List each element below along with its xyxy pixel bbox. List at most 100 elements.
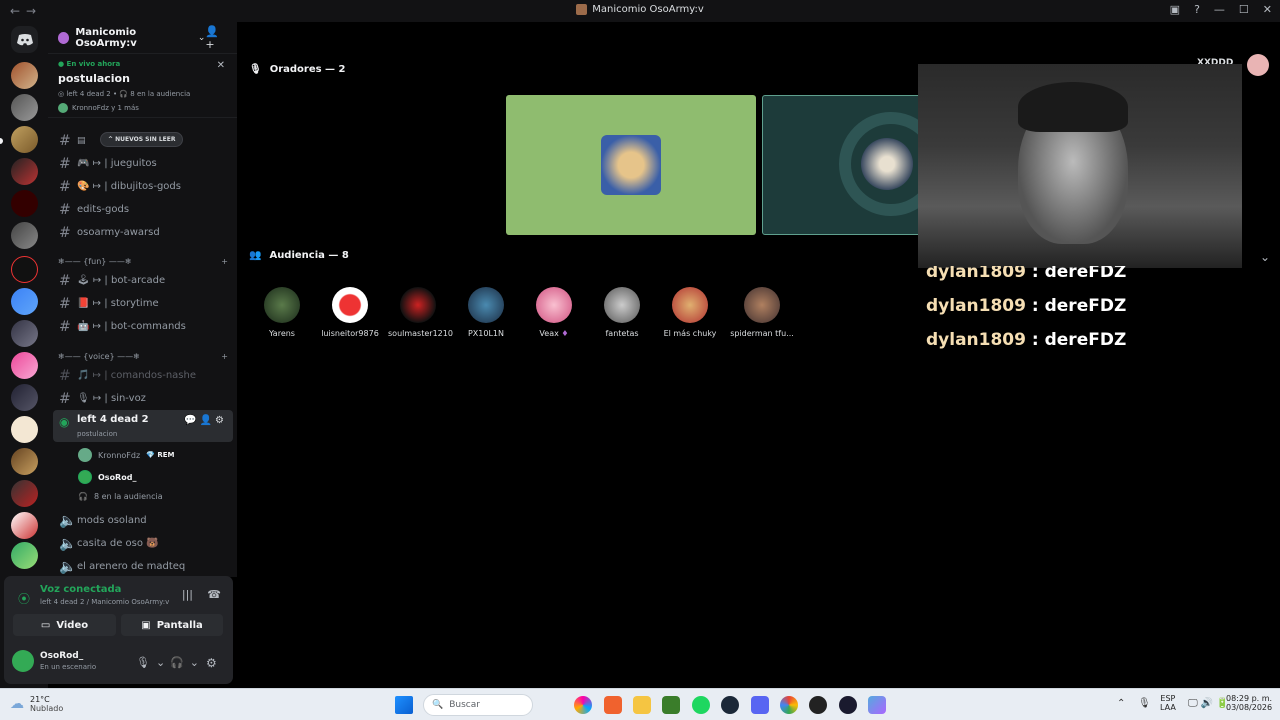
channel-sin-voz[interactable]: # 🎙 ↦ | sin-voz (53, 388, 233, 409)
new-unread-badge[interactable]: ^ NUEVOS SIN LEER (100, 132, 184, 147)
disconnect-icon[interactable]: ☎ (207, 588, 221, 601)
channel-edits-gods[interactable]: # edits-gods (53, 199, 233, 220)
server-avatar[interactable] (11, 416, 38, 443)
speaker-icon: 🔈 (59, 512, 77, 529)
stage-icon: ◉ (59, 415, 70, 429)
channel-actions-icons[interactable]: 💬👤⚙ (184, 415, 227, 426)
speaker-icon: 🔈 (59, 535, 77, 552)
headphones-icon[interactable]: 🎧⌄ (170, 656, 205, 669)
avatar (264, 287, 300, 323)
server-icon (576, 4, 588, 15)
brave-icon[interactable] (604, 696, 622, 714)
copilot-icon[interactable] (574, 696, 592, 714)
avatar[interactable] (1247, 54, 1269, 76)
mic-icon[interactable]: 🎙⌄ (136, 656, 171, 669)
people-icon: 👥 (249, 250, 262, 261)
spotify-icon[interactable] (692, 696, 710, 714)
taskbar-search[interactable]: 🔍 Buscar (423, 694, 533, 716)
live-stage-card[interactable]: ● En vivo ahora postulacion ◎ left 4 dea… (48, 54, 237, 118)
channel-jueguitos[interactable]: # 🎮 ↦ | jueguitos (53, 153, 233, 174)
voice-location[interactable]: left 4 dead 2 / Manicomio OsoArmy:v (40, 598, 169, 606)
audience-member[interactable]: soulmaster1210 (388, 287, 453, 338)
server-avatar[interactable] (11, 94, 38, 121)
server-avatar[interactable] (11, 448, 38, 475)
audience-count[interactable]: 🎧 8 en la audiencia (78, 492, 163, 501)
voice-channel-casita-de-oso[interactable]: 🔈 casita de oso 🐻 (53, 533, 233, 554)
channel-comandos-nashe[interactable]: # 🎵 ↦ | comandos-nashe (53, 365, 233, 386)
channel-dibujitos-gods[interactable]: # 🎨 ↦ | dibujitos-gods (53, 176, 233, 197)
server-avatar[interactable] (11, 126, 38, 153)
channel-bot-commands[interactable]: # 🤖 ↦ | bot-commands (53, 316, 233, 337)
stage-channel-selected[interactable]: ◉ left 4 dead 2 postulacion 💬👤⚙ (53, 410, 233, 442)
clock[interactable]: 08:29 p. m. 03/08/2026 (1226, 694, 1272, 712)
channel-osoarmy-awarsd[interactable]: # osoarmy-awarsd (53, 222, 233, 243)
audience-member[interactable]: Veax ♦ (524, 287, 584, 338)
app-icon[interactable] (839, 696, 857, 714)
language-indicator[interactable]: ESP LAA (1160, 694, 1176, 712)
current-user[interactable]: OsoRod_ En un escenario (12, 650, 96, 672)
system-tray-icons[interactable]: 🖵🔊🔋 (1188, 698, 1232, 709)
category-fun[interactable]: ❄—— {fun} ——❄ + (58, 257, 228, 266)
voice-channel-mods-osoland[interactable]: 🔈 mods osoland (53, 510, 233, 531)
server-avatar[interactable] (11, 512, 38, 539)
server-avatar[interactable] (11, 352, 38, 379)
server-avatar[interactable] (11, 384, 38, 411)
weather-widget[interactable]: ☁ 21°C Nublado (10, 695, 63, 713)
discord-home-button[interactable] (11, 26, 38, 53)
audience-member[interactable]: Yarens (252, 287, 312, 338)
server-avatar[interactable] (11, 288, 38, 315)
server-avatar[interactable] (11, 158, 38, 185)
server-avatar[interactable] (11, 542, 38, 569)
category-voice[interactable]: ❄—— {voice} ——❄ + (58, 352, 228, 361)
server-header[interactable]: Manicomio OsoArmy:v ⌄ 👤+ (48, 22, 237, 54)
chevron-up-icon[interactable]: ⌃ (1117, 698, 1125, 709)
screen-share-button[interactable]: ▣ Pantalla (121, 614, 223, 636)
speaker-tile[interactable] (506, 95, 756, 235)
chevron-down-icon[interactable]: ⌄ (198, 33, 206, 43)
maximize-button[interactable]: ☐ (1239, 3, 1249, 16)
search-icon: 🔍 (432, 700, 444, 710)
soundboard-icon[interactable]: ||| (182, 588, 193, 601)
minecraft-icon[interactable] (662, 696, 680, 714)
discord-taskbar-icon[interactable] (751, 696, 769, 714)
chrome-icon[interactable] (780, 696, 798, 714)
close-icon[interactable]: ✕ (217, 60, 225, 71)
close-button[interactable]: ✕ (1263, 3, 1272, 16)
hash-icon: # (59, 201, 71, 218)
file-explorer-icon[interactable] (633, 696, 651, 714)
settings-gear-icon[interactable]: ⚙ (206, 656, 217, 670)
voice-user[interactable]: KronnoFdz 💎 REM (78, 448, 174, 462)
server-avatar[interactable] (11, 480, 38, 507)
inbox-icon[interactable]: ▣ (1170, 3, 1180, 16)
channel-storytime[interactable]: # 📕 ↦ | storytime (53, 293, 233, 314)
server-avatar[interactable] (11, 62, 38, 89)
speaker-tile[interactable] (762, 95, 922, 235)
server-avatar[interactable] (11, 190, 38, 217)
window-controls[interactable]: ▣? — ☐ ✕ (1170, 3, 1272, 16)
hash-icon: # (59, 367, 71, 384)
server-avatar[interactable] (11, 222, 38, 249)
audience-member[interactable]: PX10L1N (456, 287, 516, 338)
steam-icon[interactable] (721, 696, 739, 714)
audience-member[interactable]: spiderman tfu... (728, 287, 796, 338)
chevron-down-icon[interactable]: ⌄ (1260, 250, 1270, 264)
voice-user[interactable]: OsoRod_ (78, 470, 136, 484)
channel-bot-arcade[interactable]: # 🕹 ↦ | bot-arcade (53, 270, 233, 291)
audience-member[interactable]: El más chuky (660, 287, 720, 338)
add-channel-icon[interactable]: + (221, 352, 228, 361)
audience-member[interactable]: fantetas (592, 287, 652, 338)
add-channel-icon[interactable]: + (221, 257, 228, 266)
video-button[interactable]: ▭ Video (13, 614, 116, 636)
obs-icon[interactable] (809, 696, 827, 714)
minimize-button[interactable]: — (1214, 3, 1225, 16)
voice-status[interactable]: Voz conectada (40, 584, 121, 595)
audience-member[interactable]: luisneitor9876 (320, 287, 380, 338)
server-avatar[interactable] (11, 256, 38, 283)
voice-channel-arenero[interactable]: 🔈 el arenero de madteq (53, 556, 233, 577)
app-icon[interactable] (868, 696, 886, 714)
mic-icon[interactable]: 🎙 (1138, 698, 1151, 709)
server-avatar[interactable] (11, 320, 38, 347)
windows-start-icon[interactable] (395, 696, 413, 714)
add-member-icon[interactable]: 👤+ (205, 25, 227, 51)
help-icon[interactable]: ? (1194, 3, 1200, 16)
